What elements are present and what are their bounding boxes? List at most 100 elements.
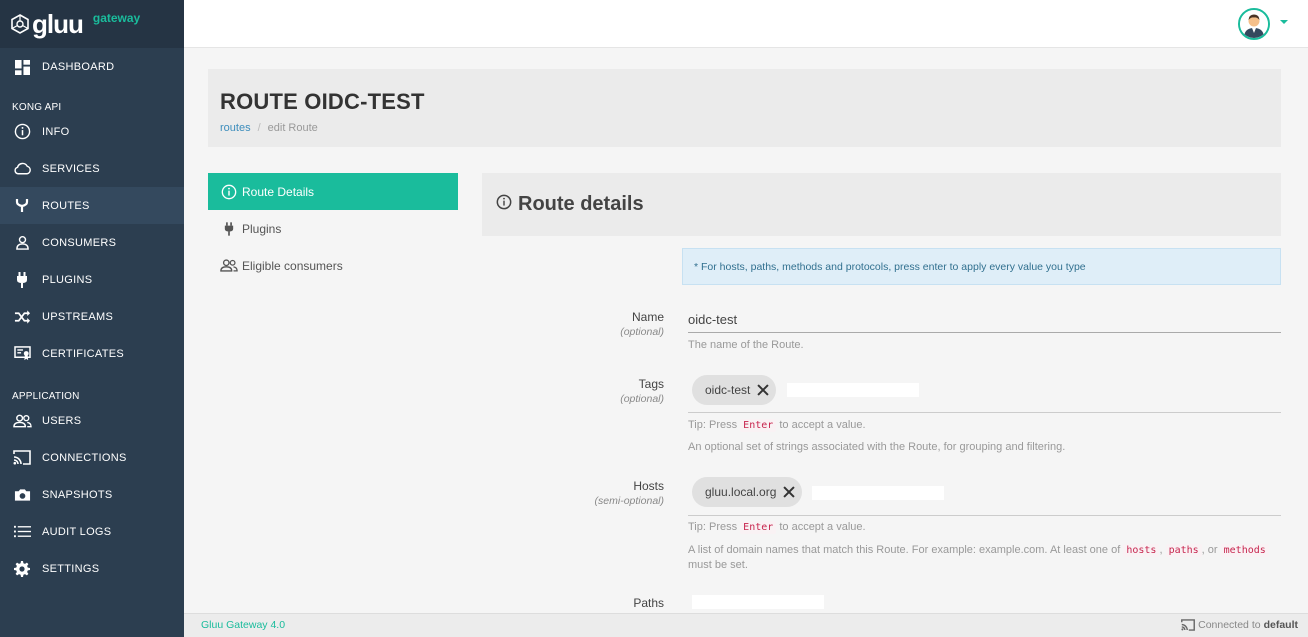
sidebar-item-label: SERVICES (42, 162, 100, 175)
brand[interactable]: gluu gateway (0, 0, 184, 48)
sidebar-item-plugins[interactable]: PLUGINS (0, 261, 184, 298)
tag-chip: oidc-test (692, 375, 777, 405)
tag-chip-label: oidc-test (705, 383, 751, 397)
close-icon[interactable] (756, 383, 770, 397)
users-icon (12, 412, 32, 430)
sidebar-item-label: INFO (42, 125, 70, 138)
name-help: The name of the Route. (688, 339, 804, 351)
sidebar-item-label: CERTIFICATES (42, 347, 125, 360)
menu-label: Eligible consumers (242, 258, 343, 273)
tags-hint: (optional) (620, 393, 664, 405)
host-chip-label: gluu.local.org (705, 485, 777, 499)
avatar-icon (1240, 10, 1268, 38)
route-menu: Route Details Plugins Eligible consumers (208, 173, 458, 284)
sidebar-item-routes[interactable]: ROUTES (0, 187, 184, 224)
tags-label: Tags (optional) (620, 377, 664, 405)
sidebar-item-label: AUDIT LOGS (42, 525, 112, 538)
info-icon (220, 184, 238, 200)
info-alert: * For hosts, paths, methods and protocol… (682, 248, 1281, 285)
close-icon[interactable] (782, 485, 796, 499)
plug-icon (220, 221, 238, 236)
chevron-down-icon[interactable] (1280, 20, 1288, 24)
shuffle-icon (12, 308, 32, 326)
sidebar: gluu gateway DASHBOARD KONG API INFO SER… (0, 0, 184, 637)
menu-label: Plugins (242, 221, 282, 236)
sidebar-item-label: UPSTREAMS (42, 310, 114, 323)
sidebar-item-settings[interactable]: SETTINGS (0, 550, 184, 587)
breadcrumb: routes / edit Route (220, 122, 318, 134)
sidebar-item-label: DASHBOARD (42, 61, 115, 73)
tags-underline (688, 412, 1281, 413)
hosts-underline (688, 515, 1281, 516)
sidebar-item-label: SETTINGS (42, 562, 100, 575)
menu-eligible-consumers[interactable]: Eligible consumers (208, 247, 458, 284)
info-icon (12, 123, 32, 141)
sidebar-item-users[interactable]: USERS (0, 402, 184, 439)
connection-status: Connected to default (1181, 619, 1298, 631)
code-methods: methods (1220, 544, 1269, 557)
menu-plugins[interactable]: Plugins (208, 210, 458, 247)
info-icon (496, 194, 512, 215)
sidebar-item-label: CONNECTIONS (42, 451, 127, 464)
footer: Gluu Gateway 4.0 Connected to default (184, 613, 1308, 637)
camera-icon (12, 486, 32, 504)
hosts-label: Hosts (semi-optional) (595, 479, 664, 507)
list-icon (12, 523, 32, 541)
sidebar-item-snapshots[interactable]: SNAPSHOTS (0, 476, 184, 513)
paths-label: Paths (633, 596, 664, 610)
sidebar-item-certificates[interactable]: CERTIFICATES (0, 335, 184, 372)
paths-label-text: Paths (633, 596, 664, 610)
tags-tip: Tip: Press Enter to accept a value. (688, 419, 866, 432)
user-avatar[interactable] (1238, 8, 1270, 40)
name-label-text: Name (631, 310, 664, 324)
hosts-help-text: A list of domain names that match this R… (688, 544, 1121, 556)
dashboard-icon (12, 58, 32, 76)
connection-value: default (1263, 619, 1298, 631)
section-title: Route details (518, 193, 644, 215)
breadcrumb-current: edit Route (267, 122, 318, 134)
topbar (184, 0, 1308, 48)
connection-label: Connected to (1198, 619, 1261, 631)
breadcrumb-routes-link[interactable]: routes (220, 122, 251, 134)
tip-prefix: Tip: Press (688, 521, 738, 533)
sidebar-item-services[interactable]: SERVICES (0, 150, 184, 187)
code-hosts: hosts (1123, 544, 1160, 557)
page-title: ROUTE OIDC-TEST (220, 89, 425, 114)
section-application: APPLICATION (12, 391, 80, 402)
menu-route-details[interactable]: Route Details (208, 173, 458, 210)
page-header: ROUTE OIDC-TEST routes / edit Route (208, 69, 1281, 147)
sidebar-item-label: SNAPSHOTS (42, 488, 113, 501)
route-details-header: Route details (482, 173, 1281, 236)
tip-suffix: to accept a value. (779, 521, 866, 533)
tags-input[interactable] (787, 383, 919, 397)
sidebar-item-audit-logs[interactable]: AUDIT LOGS (0, 513, 184, 550)
sidebar-item-info[interactable]: INFO (0, 113, 184, 150)
host-chip: gluu.local.org (692, 477, 803, 507)
hosts-hint: (semi-optional) (594, 495, 664, 507)
sidebar-item-consumers[interactable]: CONSUMERS (0, 224, 184, 261)
breadcrumb-separator: / (257, 122, 261, 134)
tip-key: Enter (740, 521, 777, 534)
name-hint: (optional) (620, 326, 664, 338)
users-icon (220, 259, 238, 272)
hosts-tip: Tip: Press Enter to accept a value. (688, 521, 866, 534)
tip-key: Enter (740, 419, 777, 432)
sep: , or (1201, 544, 1218, 556)
name-input[interactable]: oidc-test (688, 312, 737, 327)
tags-label-text: Tags (638, 377, 664, 391)
routes-icon (12, 197, 32, 215)
sidebar-item-connections[interactable]: CONNECTIONS (0, 439, 184, 476)
plug-icon (12, 271, 32, 289)
gluu-logo-icon (11, 14, 29, 34)
tip-suffix: to accept a value. (779, 419, 866, 431)
hosts-input[interactable] (812, 486, 944, 500)
name-input-underline (688, 332, 1281, 333)
sidebar-item-dashboard[interactable]: DASHBOARD (0, 49, 184, 85)
sidebar-item-upstreams[interactable]: UPSTREAMS (0, 298, 184, 335)
name-label: Name (optional) (620, 310, 664, 338)
paths-input[interactable] (692, 595, 824, 609)
tip-prefix: Tip: Press (688, 419, 738, 431)
menu-label: Route Details (242, 184, 315, 199)
certificate-icon (12, 345, 32, 363)
sep: , (1159, 544, 1163, 556)
